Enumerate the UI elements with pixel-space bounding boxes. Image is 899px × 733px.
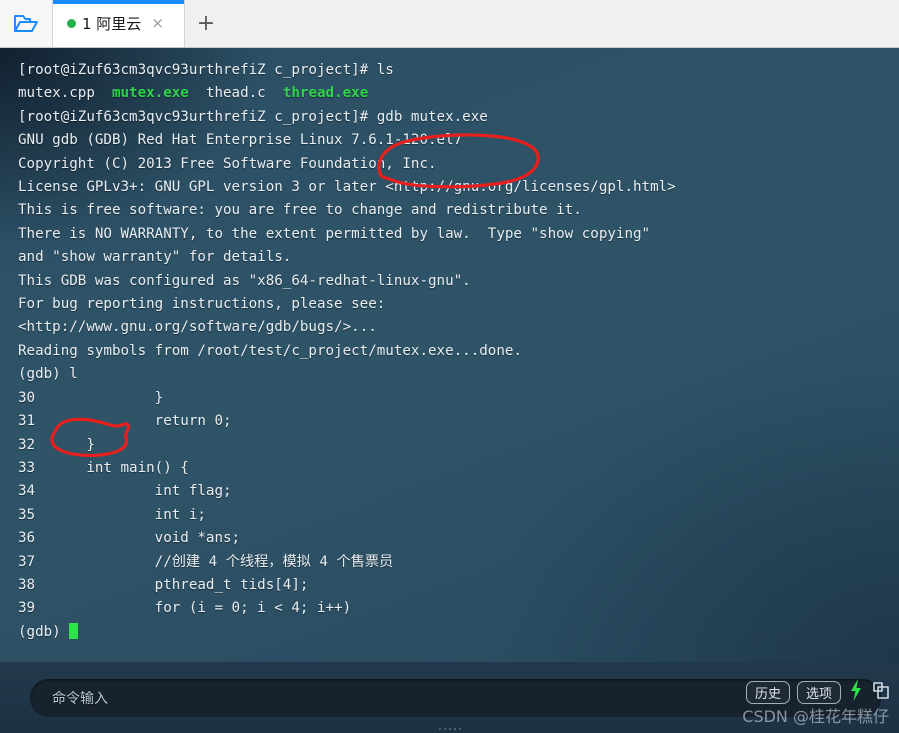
executable-file-name: thread.exe	[282, 85, 369, 102]
close-icon[interactable]: ×	[151, 16, 164, 31]
terminal-line: mutex.cpp mutex.exe thead.c thread.exe	[18, 82, 899, 105]
terminal-line: [root@iZuf63cm3qvc93urthrefiZ c_project]…	[18, 62, 394, 78]
terminal-line: 33 int main() {	[18, 459, 189, 476]
terminal-line: 34 int flag;	[18, 483, 232, 500]
terminal-line: 31 return 0;	[18, 413, 232, 430]
terminal-line: and "show warranty" for details.	[18, 249, 292, 266]
terminal-line: Copyright (C) 2013 Free Software Foundat…	[18, 155, 437, 172]
options-button-label: 选项	[805, 687, 832, 702]
terminal-line: This is free software: you are free to c…	[18, 202, 582, 219]
terminal-line: License GPLv3+: GNU GPL version 3 or lat…	[18, 179, 676, 196]
history-button-label: 历史	[754, 687, 781, 702]
terminal-line: 38 pthread_t tids[4];	[18, 576, 309, 593]
history-button[interactable]: 历史	[745, 681, 790, 704]
tab-aliyun[interactable]: 1 阿里云 ×	[53, 0, 185, 47]
terminal-line: 39 for (i = 0; i < 4; i++)	[18, 600, 352, 617]
tab-label: 1 阿里云	[82, 15, 142, 33]
terminal-line: 35 int i;	[18, 506, 206, 523]
terminal-text: thead.c	[205, 85, 266, 102]
tab-status-dot	[67, 19, 76, 28]
terminal-line: <http://www.gnu.org/software/gdb/bugs/>.…	[18, 319, 377, 336]
open-folder-button[interactable]	[0, 0, 53, 47]
options-button[interactable]: 选项	[796, 681, 841, 704]
terminal-text: (gdb)	[18, 623, 70, 640]
terminal-line: [root@iZuf63cm3qvc93urthrefiZ c_project]…	[18, 108, 488, 125]
command-input-placeholder: 命令输入	[52, 690, 108, 707]
terminal-line: (gdb) l	[18, 366, 78, 383]
terminal-line: 32 }	[18, 436, 95, 453]
terminal-cursor	[69, 622, 79, 639]
executable-file-name: mutex.exe	[111, 85, 189, 102]
terminal-line: 37 //创建 4 个线程，模拟 4 个售票员	[18, 553, 394, 570]
tab-bar: 1 阿里云 × +	[0, 0, 899, 48]
terminal-text: mutex.cpp	[18, 85, 95, 102]
terminal-line: There is NO WARRANTY, to the extent perm…	[18, 225, 651, 242]
terminal-line: GNU gdb (GDB) Red Hat Enterprise Linux 7…	[18, 132, 463, 149]
watermark: CSDN @桂花年糕仔	[742, 707, 889, 726]
plus-icon: +	[196, 11, 216, 36]
resize-grip[interactable]	[438, 728, 461, 730]
terminal-line: For bug reporting instructions, please s…	[18, 296, 386, 313]
command-bar: 命令输入 历史 选项 CSDN @桂花年糕仔	[0, 662, 899, 733]
terminal-line: (gdb)	[18, 621, 899, 644]
terminal-line: 36 void *ans;	[18, 530, 241, 547]
terminal-line: This GDB was configured as "x86_64-redha…	[18, 272, 471, 289]
terminal-screen[interactable]: [root@iZuf63cm3qvc93urthrefiZ c_project]…	[0, 48, 899, 662]
terminal-line: 30 }	[18, 389, 164, 406]
terminal-output: [root@iZuf63cm3qvc93urthrefiZ c_project]…	[18, 59, 899, 644]
new-tab-button[interactable]: +	[185, 0, 227, 47]
terminal-line: Reading symbols from /root/test/c_projec…	[18, 342, 522, 359]
open-folder-icon	[13, 13, 39, 35]
